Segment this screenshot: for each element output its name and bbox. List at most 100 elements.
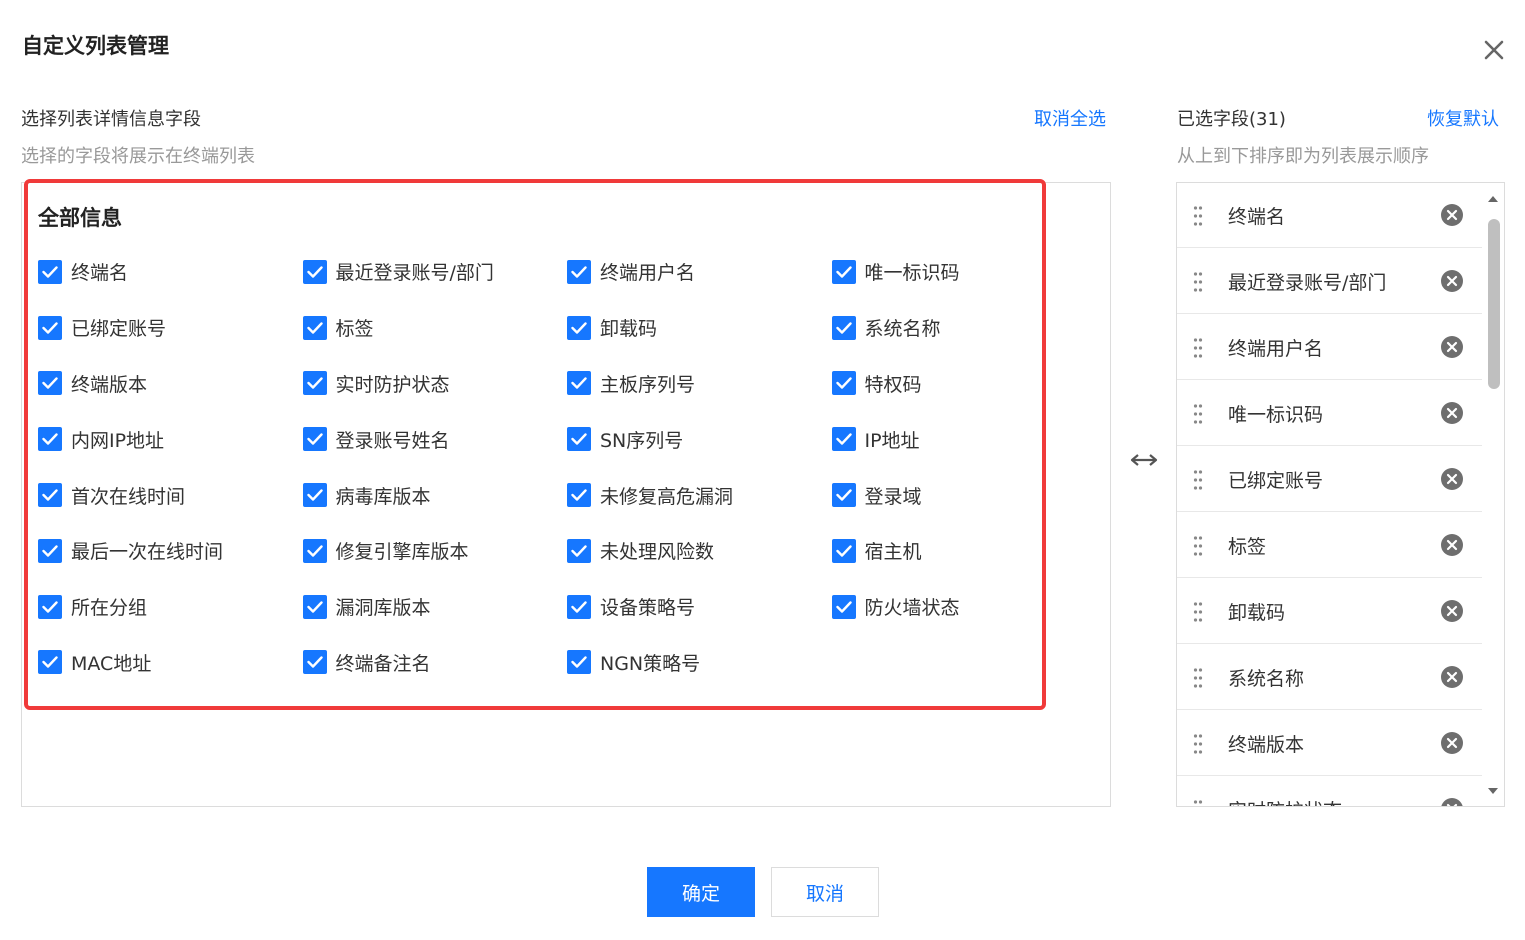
selected-field-item[interactable]: 最近登录账号/部门	[1177, 249, 1482, 314]
field-checkbox[interactable]: 标签	[302, 300, 568, 356]
drag-handle-icon[interactable]	[1193, 403, 1203, 425]
check-icon[interactable]	[831, 538, 856, 563]
deselect-all-link[interactable]: 取消全选	[1034, 105, 1106, 131]
field-checkbox[interactable]: 漏洞库版本	[302, 579, 568, 635]
field-checkbox[interactable]: 终端版本	[38, 356, 303, 412]
field-checkbox[interactable]: 已绑定账号	[38, 300, 303, 356]
field-checkbox[interactable]: 未修复高危漏洞	[567, 467, 832, 523]
check-icon[interactable]	[567, 315, 591, 340]
drag-handle-icon[interactable]	[1193, 601, 1203, 623]
field-checkbox[interactable]: 登录账号姓名	[302, 411, 568, 467]
check-icon[interactable]	[302, 483, 327, 508]
field-checkbox[interactable]: 系统名称	[831, 300, 1097, 356]
field-checkbox[interactable]: 特权码	[831, 356, 1097, 412]
field-checkbox[interactable]: 唯一标识码	[831, 244, 1097, 300]
confirm-button[interactable]: 确定	[647, 867, 755, 917]
field-checkbox[interactable]: 终端用户名	[567, 244, 832, 300]
check-icon[interactable]	[302, 427, 327, 452]
field-checkbox[interactable]: 最后一次在线时间	[38, 523, 303, 579]
field-checkbox[interactable]: 主板序列号	[567, 356, 832, 412]
selected-field-item[interactable]: 卸载码	[1177, 579, 1482, 644]
remove-circle-icon[interactable]	[1440, 269, 1464, 293]
check-icon[interactable]	[302, 650, 327, 675]
remove-circle-icon[interactable]	[1440, 731, 1464, 755]
check-icon[interactable]	[302, 315, 327, 340]
check-icon[interactable]	[567, 538, 591, 563]
field-checkbox[interactable]: 设备策略号	[567, 579, 832, 635]
field-checkbox[interactable]: NGN策略号	[567, 635, 832, 691]
field-checkbox[interactable]: SN序列号	[567, 411, 832, 467]
selected-field-item[interactable]: 唯一标识码	[1177, 381, 1482, 446]
drag-handle-icon[interactable]	[1193, 535, 1203, 557]
selected-field-item[interactable]: 标签	[1177, 513, 1482, 578]
field-checkbox[interactable]: 修复引擎库版本	[302, 523, 568, 579]
cancel-button[interactable]: 取消	[771, 867, 879, 917]
remove-circle-icon[interactable]	[1440, 401, 1464, 425]
check-icon[interactable]	[38, 594, 62, 619]
drag-handle-icon[interactable]	[1193, 469, 1203, 491]
drag-handle-icon[interactable]	[1193, 205, 1203, 227]
scrollbar[interactable]	[1482, 183, 1504, 806]
check-icon[interactable]	[38, 538, 62, 563]
check-icon[interactable]	[831, 315, 856, 340]
check-icon[interactable]	[302, 538, 327, 563]
field-checkbox[interactable]: 登录域	[831, 467, 1097, 523]
selected-field-item[interactable]: 终端用户名	[1177, 315, 1482, 380]
check-icon[interactable]	[567, 371, 591, 396]
drag-handle-icon[interactable]	[1193, 799, 1203, 807]
check-icon[interactable]	[831, 259, 856, 284]
drag-handle-icon[interactable]	[1193, 733, 1203, 755]
remove-circle-icon[interactable]	[1440, 599, 1464, 623]
field-checkbox[interactable]: 卸载码	[567, 300, 832, 356]
check-icon[interactable]	[302, 371, 327, 396]
drag-handle-icon[interactable]	[1193, 667, 1203, 689]
field-checkbox[interactable]: 宿主机	[831, 523, 1097, 579]
check-icon[interactable]	[831, 371, 856, 396]
check-icon[interactable]	[567, 427, 591, 452]
selected-field-item[interactable]: 终端名	[1177, 183, 1482, 248]
close-button[interactable]	[1480, 36, 1508, 64]
field-checkbox[interactable]: IP地址	[831, 411, 1097, 467]
field-checkbox[interactable]: 病毒库版本	[302, 467, 568, 523]
check-icon[interactable]	[567, 650, 591, 675]
field-checkbox[interactable]: 内网IP地址	[38, 411, 303, 467]
restore-default-link[interactable]: 恢复默认	[1427, 105, 1499, 131]
selected-field-item[interactable]: 实时防护状态	[1177, 777, 1482, 807]
check-icon[interactable]	[567, 594, 591, 619]
check-icon[interactable]	[38, 483, 62, 508]
check-icon[interactable]	[38, 259, 62, 284]
field-checkbox[interactable]: 最近登录账号/部门	[302, 244, 568, 300]
check-icon[interactable]	[38, 371, 62, 396]
drag-handle-icon[interactable]	[1193, 337, 1203, 359]
field-checkbox[interactable]: 未处理风险数	[567, 523, 832, 579]
check-icon[interactable]	[831, 594, 856, 619]
check-icon[interactable]	[831, 427, 856, 452]
field-checkbox[interactable]: 防火墙状态	[831, 579, 1097, 635]
remove-circle-icon[interactable]	[1440, 797, 1464, 807]
field-checkbox[interactable]: 所在分组	[38, 579, 303, 635]
field-checkbox[interactable]: 终端名	[38, 244, 303, 300]
selected-field-item[interactable]: 已绑定账号	[1177, 447, 1482, 512]
check-icon[interactable]	[302, 594, 327, 619]
check-icon[interactable]	[567, 259, 591, 284]
selected-field-item[interactable]: 系统名称	[1177, 645, 1482, 710]
field-checkbox[interactable]: 首次在线时间	[38, 467, 303, 523]
remove-circle-icon[interactable]	[1440, 533, 1464, 557]
remove-circle-icon[interactable]	[1440, 467, 1464, 491]
scroll-down-icon[interactable]	[1487, 787, 1499, 795]
check-icon[interactable]	[567, 483, 591, 508]
remove-circle-icon[interactable]	[1440, 665, 1464, 689]
check-icon[interactable]	[38, 427, 62, 452]
check-icon[interactable]	[831, 483, 856, 508]
remove-circle-icon[interactable]	[1440, 203, 1464, 227]
check-icon[interactable]	[38, 650, 62, 675]
remove-circle-icon[interactable]	[1440, 335, 1464, 359]
scroll-thumb[interactable]	[1488, 219, 1500, 389]
field-checkbox[interactable]: MAC地址	[38, 635, 303, 691]
scroll-up-icon[interactable]	[1487, 195, 1499, 203]
field-checkbox[interactable]: 终端备注名	[302, 635, 568, 691]
field-checkbox[interactable]: 实时防护状态	[302, 356, 568, 412]
drag-handle-icon[interactable]	[1193, 271, 1203, 293]
selected-field-item[interactable]: 终端版本	[1177, 711, 1482, 776]
check-icon[interactable]	[302, 259, 327, 284]
